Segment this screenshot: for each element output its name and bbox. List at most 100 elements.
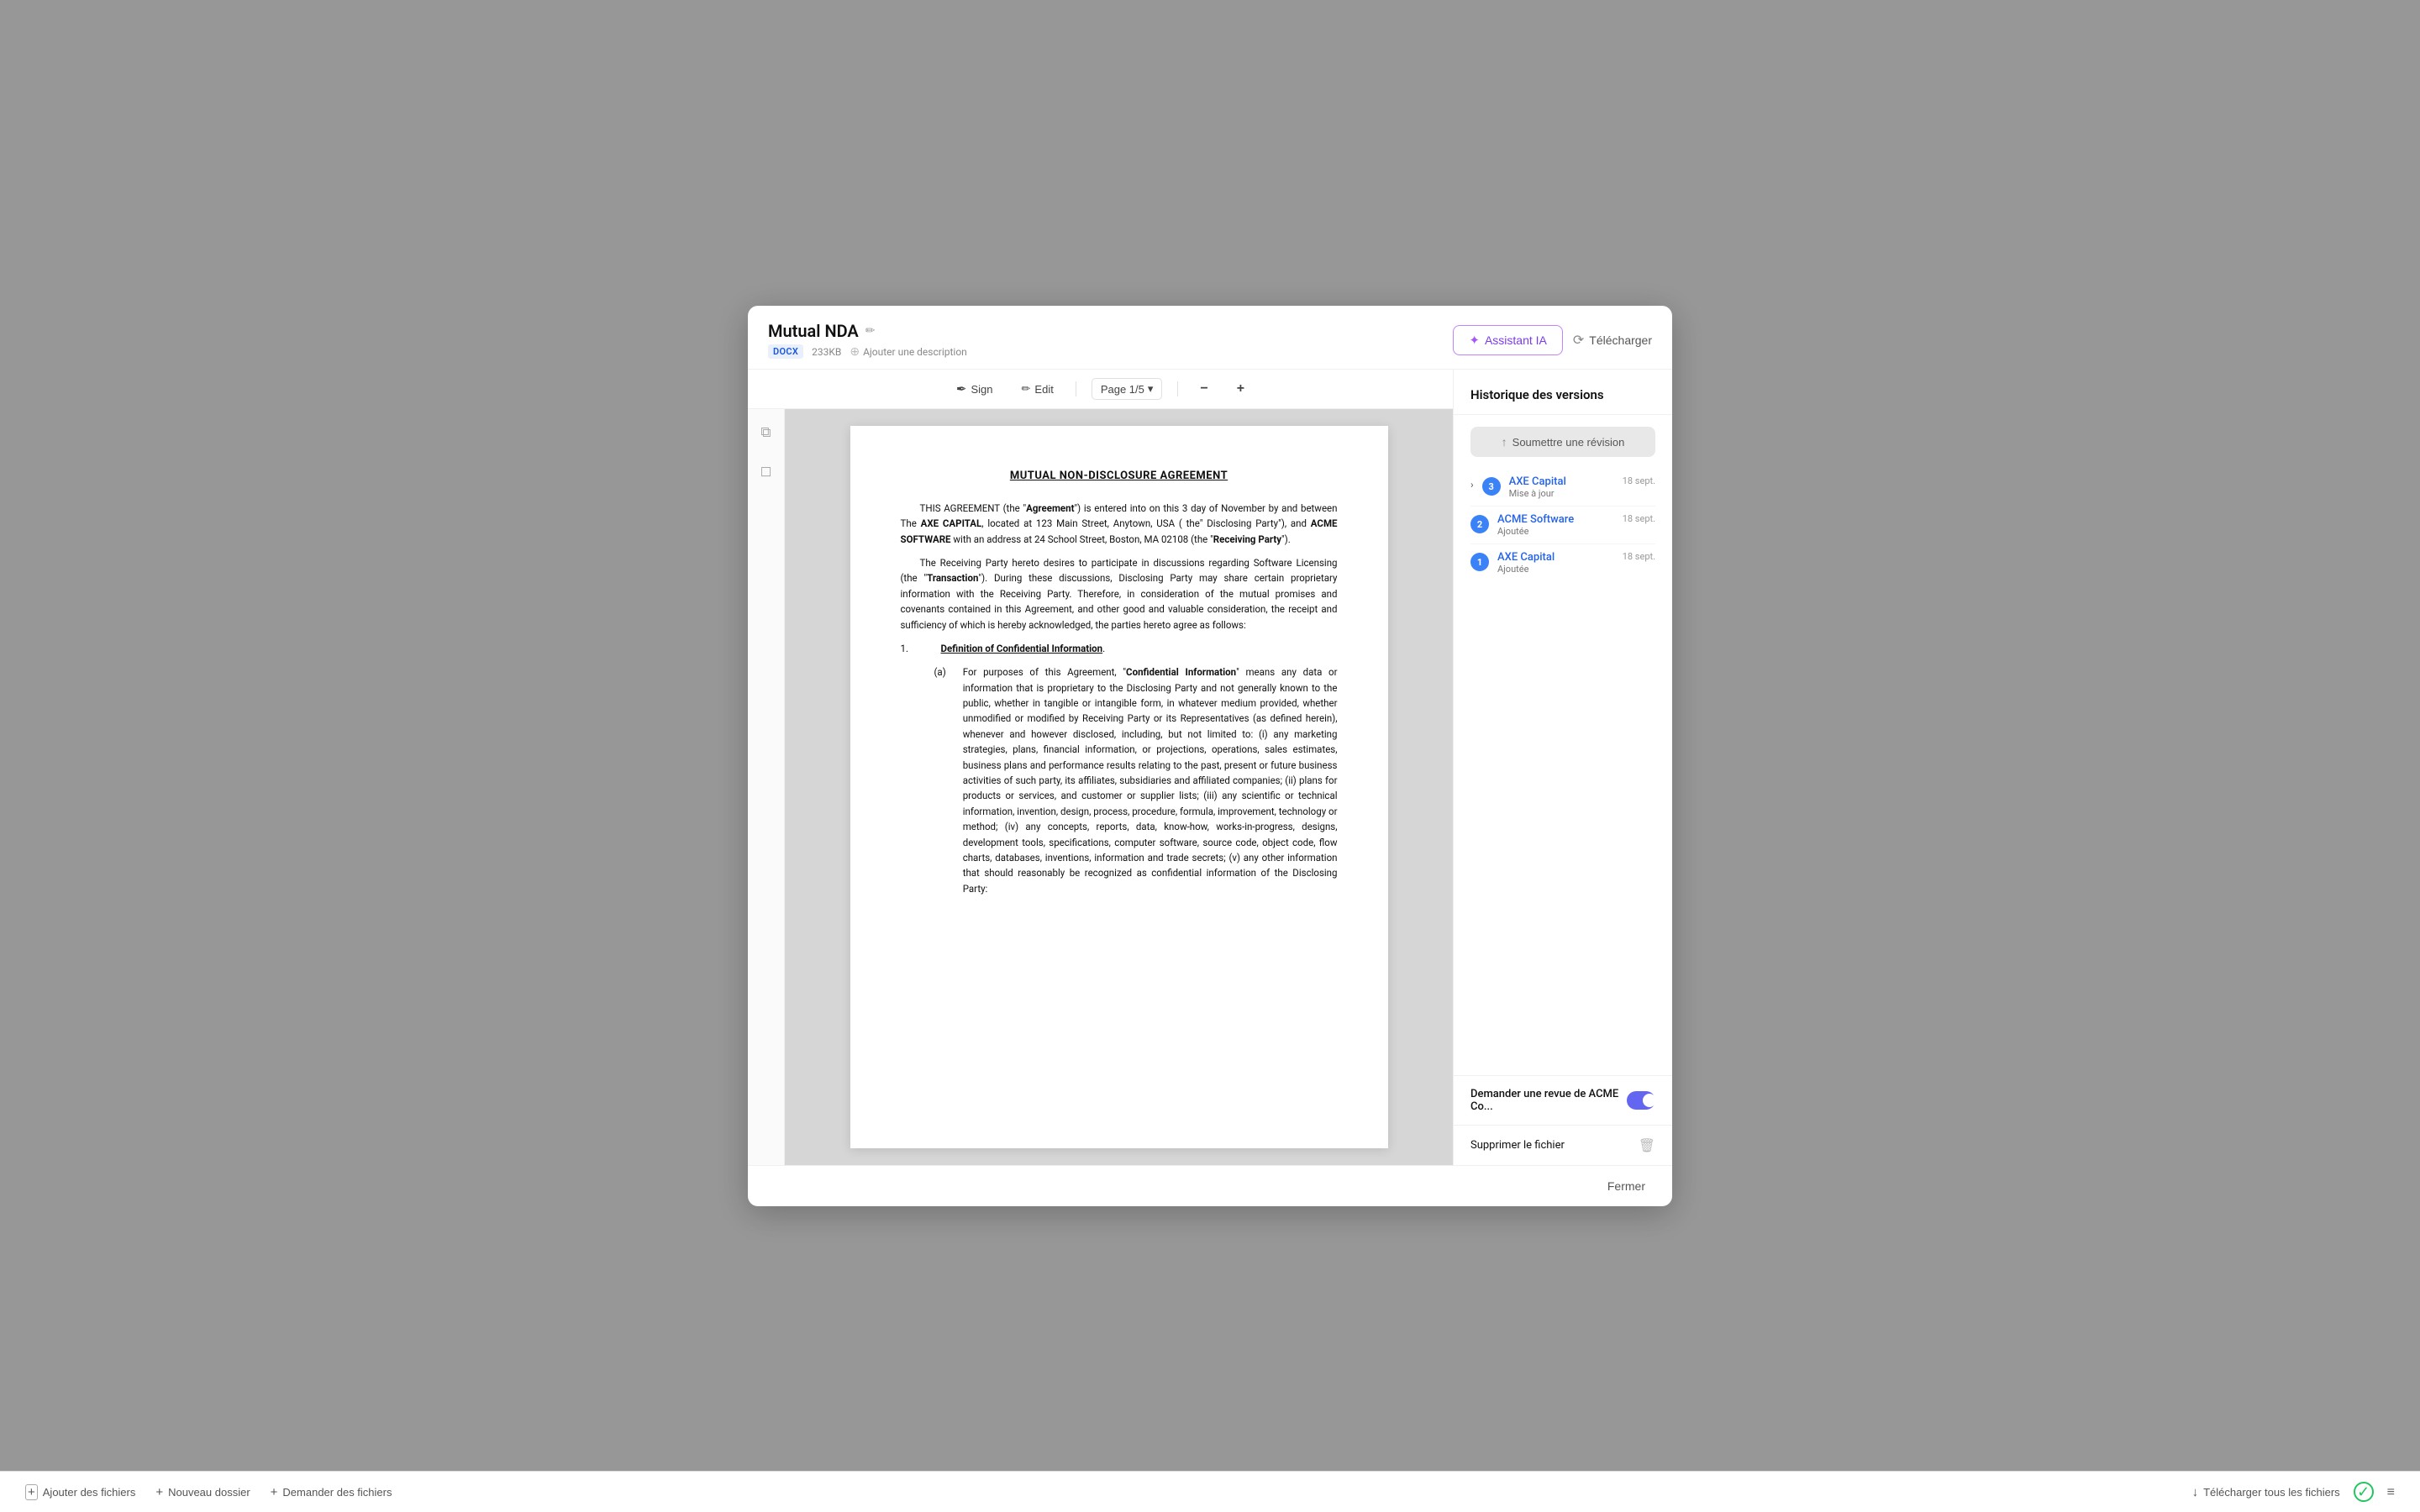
modal-body: ✒ Sign ✏ Edit Page 1/5 ▾ − <box>748 370 1672 1165</box>
ask-review-row: Demander une revue de ACME Co... <box>1454 1076 1672 1126</box>
checkmark-icon: ✓ <box>2354 1482 2374 1502</box>
version-2-date: 18 sept. <box>1623 513 1655 524</box>
document-modal: Mutual NDA ✏ DOCX 233KB ⊕ Ajouter une de… <box>748 306 1672 1206</box>
section-number-1: 1. <box>901 641 924 656</box>
download-icon: ⟳ <box>1573 332 1584 349</box>
sign-button[interactable]: ✒ Sign <box>950 378 1000 400</box>
version-2-badge: 2 <box>1470 515 1489 533</box>
modal-footer: Fermer <box>748 1165 1672 1206</box>
cloud-upload-icon: ↑ <box>1502 435 1507 449</box>
new-folder-label: Nouveau dossier <box>168 1486 250 1499</box>
request-files-button[interactable]: + Demander des fichiers <box>271 1485 392 1499</box>
version-item-1[interactable]: 1 AXE Capital Ajoutée 18 sept. <box>1470 544 1655 581</box>
zoom-out-button[interactable]: − <box>1193 378 1214 400</box>
add-description-label: Ajouter une description <box>863 346 967 358</box>
zoom-in-icon: + <box>1237 381 1244 396</box>
version-1-badge: 1 <box>1470 553 1489 571</box>
header-right: ✦ Assistant IA ⟳ Télécharger <box>1453 325 1652 355</box>
version-1-name: AXE Capital <box>1497 551 1614 564</box>
edit-button[interactable]: ✏ Edit <box>1015 379 1060 399</box>
sparkle-icon: ✦ <box>1469 333 1480 348</box>
version-3-name: AXE Capital <box>1509 475 1614 488</box>
edit-label: Edit <box>1034 383 1053 396</box>
document-page: MUTUAL NON-DISCLOSURE AGREEMENT THIS AGR… <box>850 426 1388 1148</box>
download-all-label: Télécharger tous les fichiers <box>2203 1486 2340 1499</box>
request-files-label: Demander des fichiers <box>282 1486 392 1499</box>
version-3-info: AXE Capital Mise à jour <box>1509 475 1614 499</box>
header-left: Mutual NDA ✏ DOCX 233KB ⊕ Ajouter une de… <box>768 321 967 359</box>
ask-review-label: Demander une revue de ACME Co... <box>1470 1088 1627 1113</box>
title-row: Mutual NDA ✏ <box>768 321 967 341</box>
zoom-out-icon: − <box>1200 381 1207 396</box>
versions-list: › 3 AXE Capital Mise à jour 18 sept. 2 A… <box>1454 457 1672 1075</box>
version-1-info: AXE Capital Ajoutée <box>1497 551 1614 575</box>
page-selector[interactable]: Page 1/5 ▾ <box>1092 378 1163 400</box>
copy-icon[interactable]: ⧉ <box>757 421 774 444</box>
list-icon[interactable]: ≡ <box>2387 1483 2395 1500</box>
file-size: 233KB <box>812 346 841 358</box>
add-files-button[interactable]: + Ajouter des fichiers <box>25 1484 135 1500</box>
section-1: 1. Definition of Confidential Informatio… <box>901 641 1338 656</box>
bottom-bar: + Ajouter des fichiers + Nouveau dossier… <box>0 1471 2420 1512</box>
version-3-date: 18 sept. <box>1623 475 1655 486</box>
bookmark-icon[interactable]: ◻ <box>756 459 775 483</box>
assistant-ia-button[interactable]: ✦ Assistant IA <box>1453 325 1563 355</box>
bottom-bar-right: ↓ Télécharger tous les fichiers ✓ ≡ <box>2192 1482 2395 1502</box>
zoom-in-button[interactable]: + <box>1230 378 1251 400</box>
document-area: ✒ Sign ✏ Edit Page 1/5 ▾ − <box>748 370 1454 1165</box>
document-toolbar: ✒ Sign ✏ Edit Page 1/5 ▾ − <box>748 370 1453 409</box>
section-1a-text: For purposes of this Agreement, "Confide… <box>963 664 1338 896</box>
page-label: Page 1/5 <box>1101 383 1144 396</box>
download-all-button[interactable]: ↓ Télécharger tous les fichiers <box>2192 1485 2340 1499</box>
document-main-title: MUTUAL NON-DISCLOSURE AGREEMENT <box>901 468 1338 486</box>
section-1-title: Definition of Confidential Information. <box>941 641 1106 656</box>
ask-review-toggle[interactable] <box>1627 1091 1655 1110</box>
modal-header: Mutual NDA ✏ DOCX 233KB ⊕ Ajouter une de… <box>748 306 1672 370</box>
document-sidebar: ⧉ ◻ <box>748 409 785 1165</box>
pencil-icon: ✏ <box>1022 382 1031 396</box>
right-panel-bottom: Demander une revue de ACME Co... Supprim… <box>1454 1075 1672 1165</box>
version-2-info: ACME Software Ajoutée <box>1497 513 1614 537</box>
toolbar-divider-2 <box>1177 381 1178 396</box>
toggle-slider <box>1627 1091 1655 1110</box>
download-all-icon: ↓ <box>2192 1485 2199 1499</box>
document-title: Mutual NDA <box>768 321 859 341</box>
version-3-chevron: › <box>1470 479 1474 491</box>
version-2-name: ACME Software <box>1497 513 1614 526</box>
version-item-2[interactable]: 2 ACME Software Ajoutée 18 sept. <box>1470 507 1655 544</box>
document-paragraph-2: The Receiving Party hereto desires to pa… <box>901 555 1338 633</box>
sign-label: Sign <box>971 383 992 396</box>
download-label: Télécharger <box>1589 333 1652 347</box>
add-files-icon: + <box>25 1484 38 1500</box>
right-panel-header: Historique des versions <box>1454 370 1672 415</box>
request-files-icon: + <box>271 1485 278 1499</box>
version-1-date: 18 sept. <box>1623 551 1655 562</box>
section-1a: (a) For purposes of this Agreement, "Con… <box>934 664 1338 905</box>
delete-icon[interactable]: 🗑 <box>1639 1137 1655 1153</box>
add-files-label: Ajouter des fichiers <box>43 1486 136 1499</box>
modal-overlay: Mutual NDA ✏ DOCX 233KB ⊕ Ajouter une de… <box>0 0 2420 1512</box>
sign-icon: ✒ <box>956 381 967 396</box>
plus-icon: ⊕ <box>850 345 860 359</box>
version-2-action: Ajoutée <box>1497 526 1614 537</box>
sub-item-label: (a) <box>934 664 946 905</box>
close-button[interactable]: Fermer <box>1597 1174 1655 1198</box>
chevron-down-icon: ▾ <box>1148 382 1154 396</box>
new-folder-button[interactable]: + Nouveau dossier <box>155 1485 250 1499</box>
right-panel: Historique des versions ↑ Soumettre une … <box>1454 370 1672 1165</box>
version-item-3[interactable]: › 3 AXE Capital Mise à jour 18 sept. <box>1470 469 1655 507</box>
versions-title: Historique des versions <box>1470 387 1604 402</box>
version-3-badge: 3 <box>1482 477 1501 496</box>
meta-row: DOCX 233KB ⊕ Ajouter une description <box>768 344 967 359</box>
add-description-button[interactable]: ⊕ Ajouter une description <box>850 345 966 359</box>
delete-row: Supprimer le fichier 🗑 <box>1454 1126 1672 1165</box>
version-1-action: Ajoutée <box>1497 564 1614 575</box>
document-content-wrapper[interactable]: MUTUAL NON-DISCLOSURE AGREEMENT THIS AGR… <box>785 409 1453 1165</box>
download-button[interactable]: ⟳ Télécharger <box>1573 332 1652 349</box>
submit-revision-button[interactable]: ↑ Soumettre une révision <box>1470 427 1655 457</box>
delete-label: Supprimer le fichier <box>1470 1139 1565 1152</box>
submit-revision-label: Soumettre une révision <box>1512 436 1625 449</box>
edit-title-icon[interactable]: ✏ <box>865 324 876 338</box>
new-folder-icon: + <box>155 1485 163 1499</box>
file-type-badge: DOCX <box>768 344 803 359</box>
